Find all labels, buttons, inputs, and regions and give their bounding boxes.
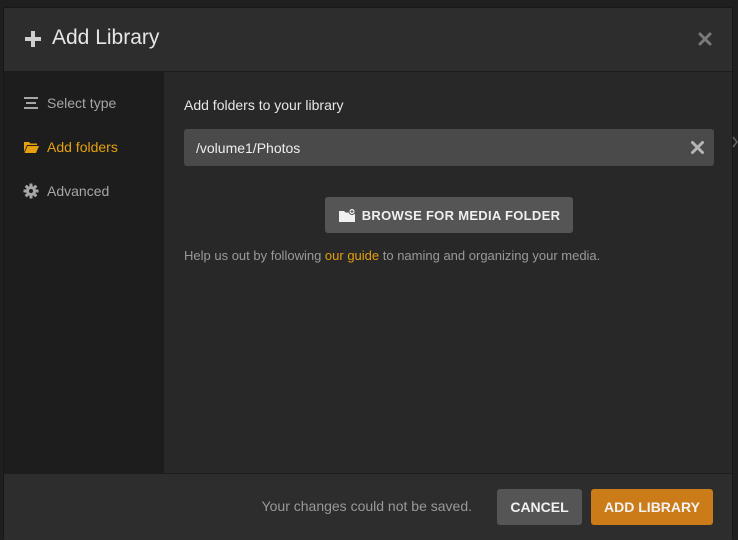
help-suffix: to naming and organizing your media. bbox=[379, 248, 601, 263]
list-icon bbox=[24, 97, 38, 109]
browse-media-folder-button[interactable]: BROWSE FOR MEDIA FOLDER bbox=[325, 197, 573, 233]
dialog-footer: Your changes could not be saved. CANCEL … bbox=[4, 473, 732, 540]
add-library-dialog: Add Library Select type Add folders Adva… bbox=[3, 7, 734, 540]
clear-path-icon[interactable] bbox=[690, 140, 705, 155]
sidebar-item-label: Advanced bbox=[47, 183, 110, 199]
dialog-title: Add Library bbox=[52, 26, 160, 49]
close-icon[interactable] bbox=[694, 28, 716, 50]
guide-link[interactable]: our guide bbox=[325, 248, 379, 263]
gear-icon bbox=[23, 183, 39, 199]
folder-path-input[interactable] bbox=[184, 129, 674, 166]
chevron-right-icon bbox=[732, 136, 738, 148]
sidebar: Select type Add folders Advanced bbox=[4, 72, 164, 473]
section-label: Add folders to your library bbox=[184, 97, 344, 113]
help-text: Help us out by following our guide to na… bbox=[184, 248, 600, 263]
cancel-button[interactable]: CANCEL bbox=[497, 489, 582, 525]
add-library-button[interactable]: ADD LIBRARY bbox=[591, 489, 713, 525]
sidebar-item-label: Select type bbox=[47, 95, 117, 111]
status-message: Your changes could not be saved. bbox=[261, 498, 472, 514]
main-content: Add folders to your library BROWSE FOR M… bbox=[164, 72, 734, 473]
dialog-header: Add Library bbox=[4, 8, 732, 72]
browse-button-label: BROWSE FOR MEDIA FOLDER bbox=[361, 207, 561, 223]
sidebar-item-select-type[interactable]: Select type bbox=[23, 91, 116, 115]
folder-add-icon bbox=[338, 207, 356, 222]
folder-path-field bbox=[184, 129, 714, 166]
plus-icon bbox=[25, 31, 41, 47]
folder-open-icon bbox=[24, 142, 39, 153]
sidebar-item-advanced[interactable]: Advanced bbox=[23, 179, 109, 203]
sidebar-item-label: Add folders bbox=[47, 139, 118, 155]
sidebar-item-add-folders[interactable]: Add folders bbox=[23, 135, 118, 159]
help-prefix: Help us out by following bbox=[184, 248, 325, 263]
